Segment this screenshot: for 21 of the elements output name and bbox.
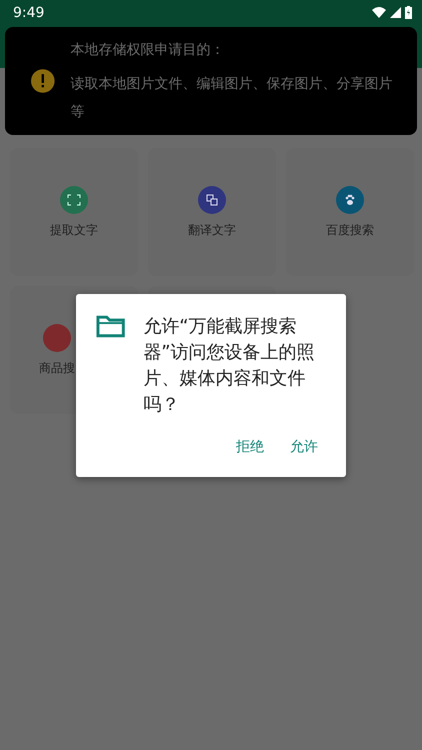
translate-icon: [206, 194, 218, 206]
dialog-button[interactable]: 拒绝: [230, 434, 270, 460]
notice-title: 本地存储权限申请目的：: [70, 41, 226, 60]
dialog-message: 允许“万能截屏搜索器”访问您设备上的照片、媒体内容和文件吗？: [143, 315, 316, 417]
tool-card[interactable]: 百度搜索: [286, 148, 414, 276]
battery-icon: [405, 6, 412, 19]
tool-label: 提取文字: [50, 222, 98, 238]
tool-label: 翻译文字: [188, 222, 236, 238]
tool-label: 百度搜索: [326, 222, 374, 238]
tool-card[interactable]: 提取文字: [10, 148, 138, 276]
notice-body: 读取本地图片文件、编辑图片、保存图片、分享图片等: [70, 75, 394, 122]
status-time: 9:49: [13, 4, 44, 22]
wifi-icon: [372, 7, 386, 18]
tool-label: 商品搜: [39, 360, 75, 376]
dialog-button[interactable]: 允许: [284, 434, 324, 460]
scan-icon: [67, 194, 81, 206]
paw-icon: [344, 194, 356, 206]
folder-icon: [96, 314, 126, 338]
warning-icon: [31, 69, 55, 93]
tool-card[interactable]: 翻译文字: [148, 148, 276, 276]
signal-icon: [390, 7, 401, 18]
